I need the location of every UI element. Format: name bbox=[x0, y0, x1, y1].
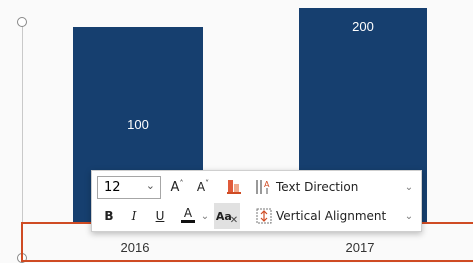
clear-formatting-button[interactable]: Aa ✕ bbox=[214, 203, 240, 229]
increase-font-icon: A bbox=[170, 179, 180, 195]
font-color-button[interactable]: A bbox=[178, 204, 198, 226]
highlight-icon bbox=[227, 180, 241, 194]
underline-label: U bbox=[155, 209, 165, 223]
bold-button[interactable]: B bbox=[100, 206, 118, 226]
font-size-value: 12 bbox=[104, 180, 121, 195]
vertical-alignment-label: Vertical Alignment bbox=[276, 209, 387, 223]
text-direction-dropdown[interactable]: ⌄ bbox=[403, 179, 415, 195]
underline-button[interactable]: U bbox=[151, 206, 169, 226]
mini-format-toolbar: 12 ⌄ A˄ A˅ A Text Direction ⌄ B I U A bbox=[91, 170, 422, 232]
increase-font-size-button[interactable]: A ˄ bbox=[168, 177, 186, 197]
font-color-swatch bbox=[181, 220, 195, 223]
svg-text:A: A bbox=[264, 180, 270, 189]
data-label-2017[interactable]: 200 bbox=[299, 19, 427, 34]
highlight-button[interactable] bbox=[225, 177, 243, 197]
chevron-down-icon[interactable]: ⌄ bbox=[146, 179, 155, 192]
text-direction-label: Text Direction bbox=[276, 180, 359, 194]
italic-label: I bbox=[131, 209, 137, 223]
vertical-alignment-dropdown[interactable]: ⌄ bbox=[403, 208, 415, 224]
data-label-2016[interactable]: 100 bbox=[73, 117, 203, 132]
font-size-combobox[interactable]: 12 ⌄ bbox=[97, 176, 161, 199]
text-direction-button[interactable]: A Text Direction bbox=[255, 177, 400, 197]
decrease-font-size-button[interactable]: A ˅ bbox=[194, 177, 212, 197]
vertical-alignment-icon bbox=[256, 208, 272, 224]
axis-tick-2016: 2016 bbox=[120, 240, 150, 255]
vertical-alignment-button[interactable]: Vertical Alignment bbox=[255, 206, 400, 226]
font-color-icon: A bbox=[183, 206, 193, 220]
text-direction-icon: A bbox=[256, 180, 270, 194]
italic-button[interactable]: I bbox=[125, 206, 143, 226]
decrease-font-icon: A bbox=[196, 180, 206, 194]
bold-label: B bbox=[104, 209, 114, 223]
font-color-dropdown[interactable]: ⌄ bbox=[200, 208, 210, 224]
resize-handle-top-left[interactable] bbox=[17, 17, 27, 27]
axis-tick-2017: 2017 bbox=[345, 240, 375, 255]
